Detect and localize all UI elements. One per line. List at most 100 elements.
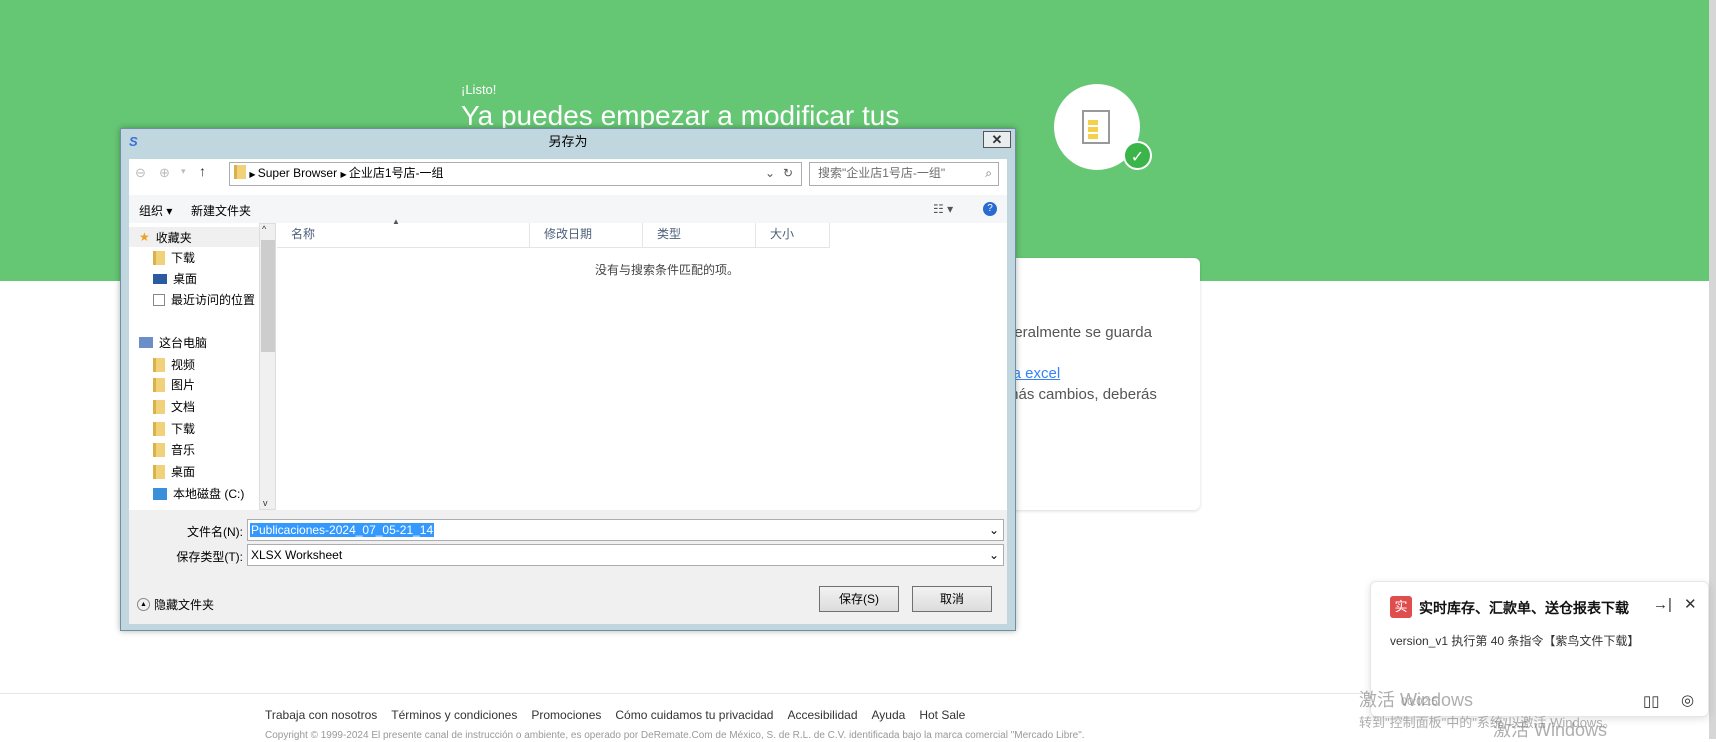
nav-label: 视频 — [171, 358, 196, 372]
nav-label: 桌面 — [173, 272, 198, 286]
sort-ascending-icon: ▲ — [392, 217, 400, 226]
filename-label: 文件名(N): — [187, 525, 243, 539]
desktop-folder-icon — [153, 464, 165, 479]
nav-label: 文档 — [171, 400, 196, 414]
spreadsheet-icon — [1082, 110, 1110, 144]
nav-label: 本地磁盘 (C:) — [173, 487, 245, 501]
downloads-folder-icon — [153, 250, 165, 265]
computer-icon — [139, 337, 153, 348]
up-arrow-icon[interactable]: ↑ — [199, 163, 206, 179]
nav-label: 图片 — [171, 378, 196, 392]
nav-label: 桌面 — [171, 465, 196, 479]
footer-links: Trabaja con nosotros Términos y condicio… — [265, 708, 965, 722]
page-scrollbar[interactable] — [1709, 0, 1716, 739]
footer-link[interactable]: Cómo cuidamos tu privacidad — [615, 708, 773, 722]
save-button[interactable]: 保存(S) — [819, 586, 899, 612]
toolbar: 组织 ▾ 新建文件夹 ☷ ▾ ? — [129, 195, 1007, 223]
column-type[interactable]: 类型 — [643, 223, 756, 247]
nav-this-pc[interactable]: 这台电脑 — [139, 334, 207, 351]
card-text-1: neralmente se guarda — [1006, 324, 1152, 341]
dialog-body: ⊖ ⊕ ▾ ↑ ▶ Super Browser ▶ 企业店1号店-一组 ⌄ ↻ … — [129, 159, 1007, 624]
navigation-pane: ★ 收藏夹 下载 桌面 最近访问的位置 这台电脑 视频 图片 文档 下载 音乐 桌… — [129, 223, 259, 510]
chevron-down-icon[interactable]: ⌄ — [989, 545, 999, 565]
nav-item[interactable]: 本地磁盘 (C:) — [153, 485, 244, 502]
nav-item[interactable]: 音乐 — [153, 441, 195, 458]
chevron-down-icon[interactable]: ⌄ — [765, 163, 775, 183]
recent-places-icon — [153, 293, 165, 306]
drive-icon — [153, 487, 167, 500]
activation-watermark: 激活 Windows — [1359, 690, 1474, 710]
filetype-label: 保存类型(T): — [176, 550, 243, 564]
videos-folder-icon — [153, 357, 165, 372]
scrollbar-thumb[interactable] — [261, 240, 275, 352]
filetype-select[interactable]: XLSX Worksheet ⌄ — [247, 544, 1004, 566]
search-input[interactable]: 搜索"企业店1号店-一组" ⌕ — [809, 162, 999, 186]
nav-label: 最近访问的位置 — [171, 293, 256, 307]
footer-link[interactable]: Accesibilidad — [787, 708, 857, 722]
filetype-value: XLSX Worksheet — [251, 548, 343, 562]
breadcrumb-item[interactable]: 企业店1号店-一组 — [349, 166, 444, 180]
refresh-icon[interactable]: ↻ — [783, 163, 793, 183]
star-icon: ★ — [139, 230, 150, 244]
chevron-right-icon: ▶ — [340, 170, 349, 179]
desktop-icon — [153, 273, 167, 284]
nav-item[interactable]: 文档 — [153, 398, 195, 415]
recent-dropdown-icon[interactable]: ▾ — [181, 166, 186, 177]
footer-link[interactable]: Promociones — [531, 708, 601, 722]
nav-item[interactable]: 下载 — [153, 420, 195, 437]
nav-item[interactable]: 桌面 — [153, 270, 197, 287]
dialog-title: 另存为 — [548, 134, 588, 149]
collapse-icon: ▲ — [137, 598, 150, 611]
nav-item[interactable]: 桌面 — [153, 463, 195, 480]
nav-item[interactable]: 图片 — [153, 376, 195, 393]
copyright: Copyright © 1999-2024 El presente canal … — [265, 730, 1085, 741]
column-name[interactable]: 名称 — [277, 223, 530, 247]
music-folder-icon — [153, 442, 165, 457]
downloads-folder-icon — [153, 421, 165, 436]
nav-label: 下载 — [171, 422, 196, 436]
notification-badge: 实 — [1390, 596, 1412, 618]
nav-label: 下载 — [171, 251, 196, 265]
stop-icon[interactable]: ◎ — [1681, 691, 1694, 709]
filename-input[interactable]: Publicaciones-2024_07_05-21_14 ⌄ — [247, 519, 1004, 541]
file-list: 名称 ▲ 修改日期 类型 大小 没有与搜索条件匹配的项。 — [277, 217, 1007, 510]
column-size[interactable]: 大小 — [756, 223, 830, 247]
scroll-down-icon[interactable]: v — [263, 498, 268, 508]
address-bar[interactable]: ▶ Super Browser ▶ 企业店1号店-一组 ⌄ ↻ — [229, 162, 802, 186]
help-icon[interactable]: ? — [983, 202, 997, 216]
view-options-icon[interactable]: ☷ ▾ — [933, 202, 953, 216]
documents-folder-icon — [153, 399, 165, 414]
save-as-dialog: S 另存为 ✕ ⊖ ⊕ ▾ ↑ ▶ Super Browser ▶ 企业店1号店… — [120, 128, 1016, 631]
activation-watermark: 激活 Windows — [1493, 720, 1608, 740]
nav-item[interactable]: 下载 — [153, 249, 195, 266]
new-folder-button[interactable]: 新建文件夹 — [191, 202, 251, 219]
cancel-button[interactable]: 取消 — [912, 586, 992, 612]
footer-link[interactable]: Trabaja con nosotros — [265, 708, 377, 722]
organize-button[interactable]: 组织 ▾ — [139, 202, 172, 219]
chevron-down-icon[interactable]: ⌄ — [989, 520, 999, 540]
nav-label: 这台电脑 — [159, 336, 208, 350]
scroll-up-icon[interactable]: ^ — [262, 224, 266, 234]
search-icon: ⌕ — [985, 166, 992, 180]
column-modified[interactable]: 修改日期 — [530, 223, 643, 247]
nav-item[interactable]: 视频 — [153, 356, 195, 373]
hide-folders-label: 隐藏文件夹 — [154, 598, 215, 612]
pause-icon[interactable]: ▯▯ — [1643, 692, 1660, 710]
close-icon[interactable]: ✕ — [1684, 595, 1697, 613]
hide-folders-toggle[interactable]: ▲ 隐藏文件夹 — [137, 596, 214, 613]
filename-value: Publicaciones-2024_07_05-21_14 — [250, 523, 435, 537]
breadcrumb-item[interactable]: Super Browser — [258, 166, 337, 180]
close-button[interactable]: ✕ — [983, 131, 1011, 148]
nav-favorites[interactable]: ★ 收藏夹 — [129, 227, 259, 247]
back-icon[interactable]: ⊖ — [135, 165, 146, 181]
search-placeholder: 搜索"企业店1号店-一组" — [818, 166, 946, 180]
footer-link[interactable]: Términos y condiciones — [391, 708, 517, 722]
collapse-to-side-icon[interactable]: →| — [1653, 596, 1672, 613]
check-icon: ✓ — [1123, 141, 1152, 170]
footer-link[interactable]: Ayuda — [872, 708, 906, 722]
forward-icon[interactable]: ⊕ — [159, 165, 170, 181]
footer-link[interactable]: Hot Sale — [919, 708, 965, 722]
nav-item[interactable]: 最近访问的位置 — [153, 291, 255, 308]
empty-message: 没有与搜索条件匹配的项。 — [594, 263, 739, 277]
nav-scrollbar[interactable]: ^ v — [259, 223, 276, 510]
